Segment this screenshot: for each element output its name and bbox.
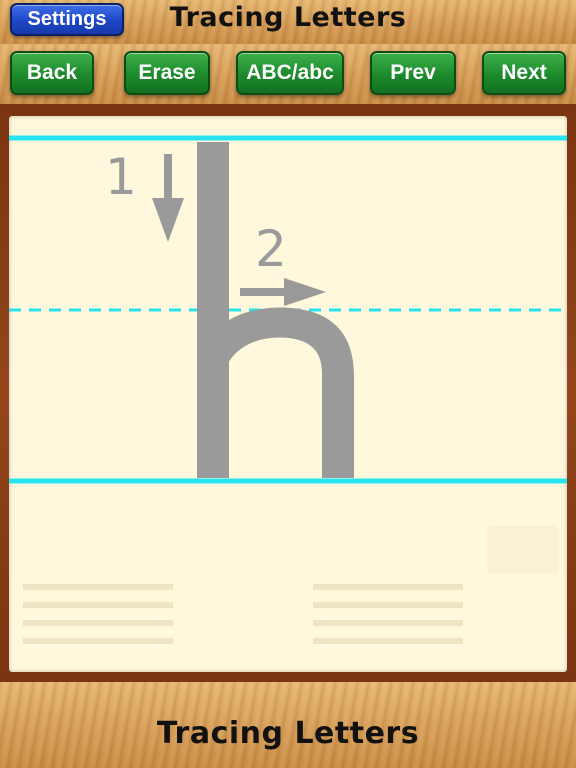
- next-button[interactable]: Next: [482, 51, 566, 95]
- tracing-board-frame: 1 2: [0, 104, 576, 682]
- stroke-2-number: 2: [255, 220, 287, 278]
- faded-text-block-left: [23, 584, 173, 644]
- app-title: Tracing Letters: [169, 2, 407, 33]
- settings-button[interactable]: Settings: [10, 3, 124, 36]
- erase-button[interactable]: Erase: [124, 51, 210, 95]
- faded-badge: [487, 526, 559, 574]
- tracing-guide: 1 2: [9, 135, 567, 644]
- case-toggle-button[interactable]: ABC/abc: [236, 51, 344, 95]
- bottom-bar: Tracing Letters: [0, 682, 576, 768]
- footer-title: Tracing Letters: [156, 716, 420, 751]
- stroke-1-number: 1: [105, 148, 137, 206]
- stroke-1-arrow: [152, 154, 184, 242]
- stroke-2-arrow: [240, 278, 326, 306]
- back-button[interactable]: Back: [10, 51, 94, 95]
- tracing-canvas[interactable]: 1 2: [9, 116, 567, 672]
- prev-button[interactable]: Prev: [370, 51, 456, 95]
- top-bar: Settings Tracing Letters: [0, 0, 576, 44]
- toolbar: Back Erase ABC/abc Prev Next: [0, 44, 576, 104]
- faded-text-block-right: [313, 584, 463, 644]
